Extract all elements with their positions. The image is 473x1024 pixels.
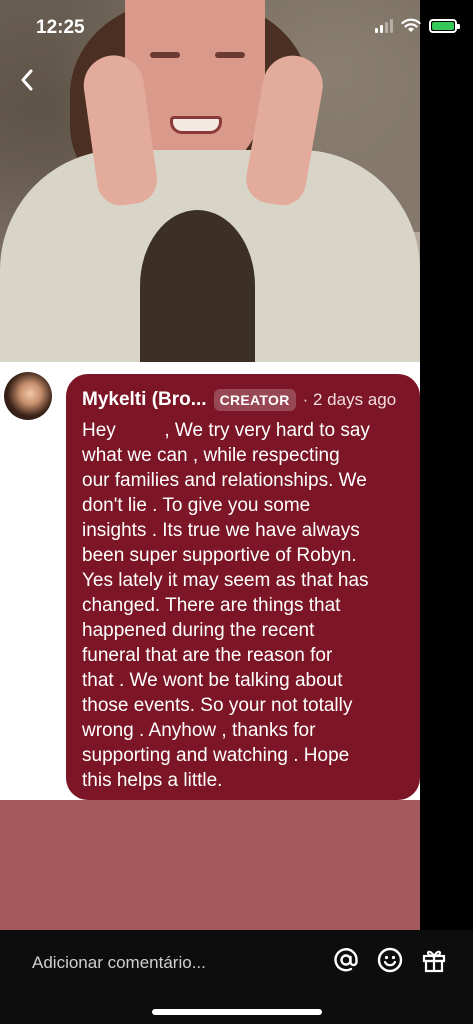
comment-author[interactable]: Mykelti (Bro... bbox=[82, 389, 207, 411]
home-indicator bbox=[152, 1009, 322, 1015]
creator-badge: CREATOR bbox=[213, 389, 296, 411]
comment-timestamp: · 2 days ago bbox=[302, 390, 397, 409]
signal-icon bbox=[375, 18, 393, 33]
side-strip bbox=[420, 0, 473, 930]
person-shirt bbox=[140, 210, 255, 362]
comment-card: Mykelti (Bro... CREATOR · 2 days ago Hey… bbox=[0, 362, 420, 800]
comment-bubble[interactable]: Mykelti (Bro... CREATOR · 2 days ago Hey… bbox=[66, 374, 420, 800]
person-eye-right bbox=[215, 52, 245, 58]
comment-header: Mykelti (Bro... CREATOR · 2 days ago bbox=[82, 388, 406, 412]
add-comment-input[interactable] bbox=[32, 950, 312, 976]
comment-background bbox=[0, 800, 420, 930]
wifi-icon bbox=[401, 18, 421, 32]
status-icons bbox=[375, 18, 460, 33]
gift-icon[interactable] bbox=[420, 946, 448, 974]
mention-icon[interactable] bbox=[332, 946, 360, 974]
person-mouth bbox=[170, 116, 222, 134]
emoji-icon[interactable] bbox=[376, 946, 404, 974]
person-eye-left bbox=[150, 52, 180, 58]
comment-text: Hey , We try very hard to say what we ca… bbox=[82, 420, 370, 791]
bottom-bar bbox=[0, 930, 473, 1024]
status-time: 12:25 bbox=[36, 17, 85, 38]
video-frame[interactable] bbox=[0, 0, 420, 362]
avatar[interactable] bbox=[4, 372, 52, 420]
back-arrow-icon[interactable] bbox=[14, 64, 40, 96]
battery-icon bbox=[429, 18, 460, 33]
